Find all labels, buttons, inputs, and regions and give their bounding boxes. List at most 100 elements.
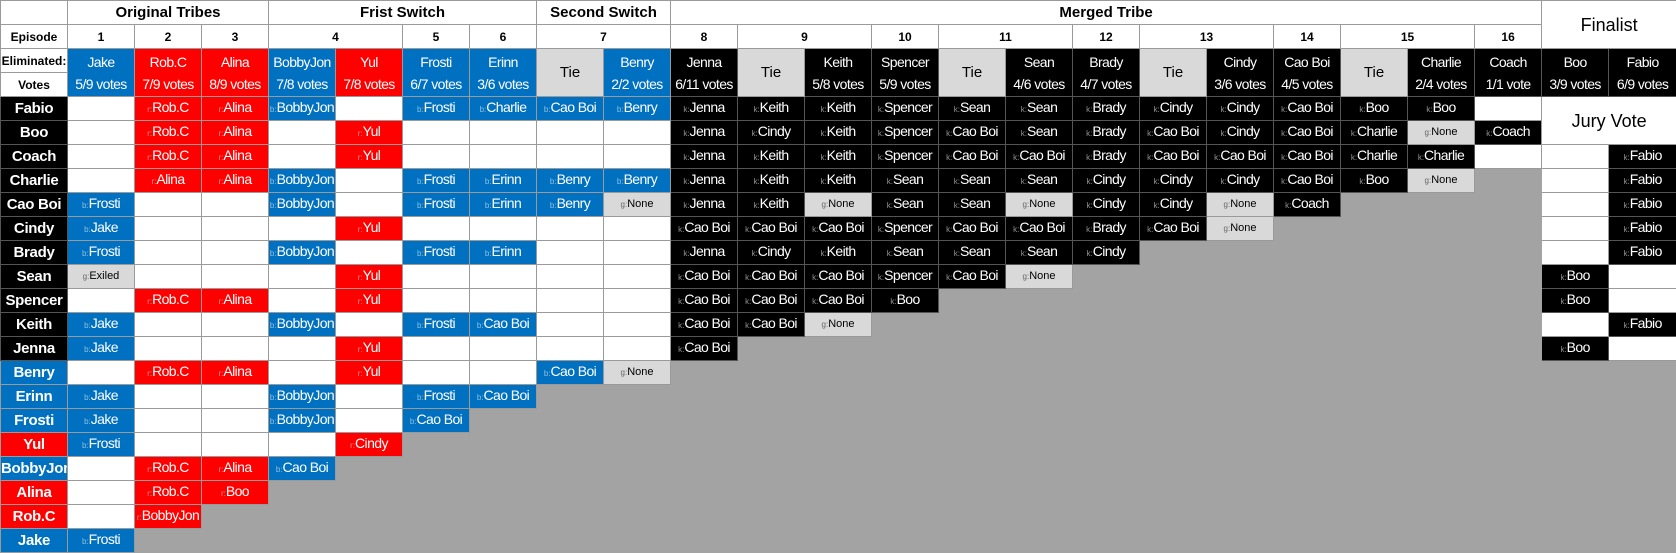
blank-cell — [335, 384, 403, 409]
vote-cell: b:BobbyJon — [268, 312, 336, 337]
empty-cell — [871, 456, 940, 481]
episode-number: 3 — [201, 24, 269, 49]
blank-cell — [201, 240, 269, 265]
vote-cell: k:Fabio — [1608, 144, 1676, 169]
blank-cell — [536, 240, 605, 265]
empty-cell — [1273, 360, 1342, 385]
empty-cell — [1608, 408, 1676, 433]
blank-cell — [1541, 168, 1610, 193]
empty-cell — [871, 408, 940, 433]
vote-cell: k:Cindy — [737, 120, 806, 145]
eliminated-cell: Tie — [536, 48, 605, 97]
empty-cell — [804, 408, 873, 433]
player-row: Spencer r:Rob.C r:Alina r:Yul k:Cao Boi k:Cao… — [0, 288, 1676, 313]
vote-cell: k:Jenna — [670, 240, 739, 265]
eliminated-cell: Benry 2/2 votes — [603, 48, 672, 97]
empty-cell — [1273, 312, 1342, 337]
eliminated-cell: Spencer 5/9 votes — [871, 48, 940, 97]
vote-cell: k:Keith — [804, 240, 873, 265]
vote-cell: b:Frosti — [67, 432, 135, 457]
eliminated-cell: Tie — [1139, 48, 1208, 97]
empty-cell — [1206, 240, 1275, 265]
vote-cell: r:Rob.C — [134, 96, 202, 121]
vote-cell: k:Brady — [1072, 144, 1141, 169]
blank-cell — [603, 288, 672, 313]
empty-cell — [1206, 264, 1275, 289]
eliminated-cell: Erinn 3/6 votes — [468, 48, 538, 97]
empty-cell — [468, 528, 538, 553]
blank-cell — [201, 384, 269, 409]
empty-cell — [1139, 432, 1208, 457]
vote-count: 7/8 votes — [276, 75, 328, 92]
empty-cell — [871, 504, 940, 529]
vote-cell: k:Fabio — [1608, 240, 1676, 265]
empty-cell — [737, 480, 806, 505]
empty-cell — [1340, 432, 1409, 457]
player-name: Yul — [0, 432, 68, 457]
empty-cell — [1005, 432, 1074, 457]
blank-cell — [268, 288, 336, 313]
empty-cell — [1005, 504, 1074, 529]
empty-cell — [1474, 360, 1543, 385]
empty-cell — [1474, 312, 1543, 337]
eliminated-cell: Yul 7/8 votes — [335, 48, 403, 97]
blank-cell — [402, 360, 470, 385]
vote-cell: k:Keith — [804, 144, 873, 169]
blank-cell — [536, 144, 605, 169]
empty-cell — [402, 432, 470, 457]
episode-number: 1 — [67, 24, 135, 49]
blank-cell — [268, 144, 336, 169]
empty-cell — [1340, 264, 1409, 289]
vote-cell: k:Cindy — [1206, 96, 1275, 121]
eliminated-name: Yul — [360, 53, 378, 70]
eliminated-name: Coach — [1489, 53, 1527, 70]
vote-cell: k:Cindy — [1206, 120, 1275, 145]
empty-cell — [1541, 384, 1610, 409]
player-row: Brady b:Frosti b:BobbyJon b:Frosti b:Erinn k:… — [0, 240, 1676, 265]
eliminated-cell: Cindy 3/6 votes — [1206, 48, 1275, 97]
vote-cell: k:Spencer — [871, 96, 940, 121]
vote-cell: k:Cao Boi — [938, 120, 1007, 145]
vote-cell: b:Benry — [603, 168, 672, 193]
blank-cell — [335, 240, 403, 265]
blank-cell — [268, 432, 336, 457]
empty-cell — [1474, 480, 1543, 505]
empty-cell — [468, 504, 538, 529]
empty-cell — [335, 456, 403, 481]
empty-cell — [468, 480, 538, 505]
empty-cell — [1206, 480, 1275, 505]
blank-cell — [468, 264, 538, 289]
vote-cell: k:Keith — [737, 192, 806, 217]
eliminated-cell: Tie — [1340, 48, 1409, 97]
blank-cell — [335, 192, 403, 217]
eliminated-cell: Brady 4/7 votes — [1072, 48, 1141, 97]
empty-cell — [468, 408, 538, 433]
vote-cell: k:Cindy — [1206, 168, 1275, 193]
vote-cell: k:Keith — [804, 120, 873, 145]
empty-cell — [1139, 288, 1208, 313]
vote-count: 3/6 votes — [1214, 75, 1266, 92]
empty-cell — [871, 432, 940, 457]
empty-cell — [1005, 456, 1074, 481]
episode-number: 15 — [1340, 24, 1476, 49]
eliminated-name: Rob.C — [149, 53, 187, 70]
blank-cell — [67, 456, 135, 481]
vote-cell: k:Sean — [871, 192, 940, 217]
blank-cell — [201, 312, 269, 337]
vote-cell: k:Cao Boi — [1139, 144, 1208, 169]
eliminated-name: Jake — [87, 53, 115, 70]
jury-vote-label: Jury Vote — [1541, 96, 1676, 145]
empty-cell — [402, 528, 470, 553]
blank-cell — [134, 192, 202, 217]
empty-cell — [1407, 312, 1476, 337]
empty-cell — [1206, 456, 1275, 481]
blank-cell — [468, 336, 538, 361]
vote-count: 2/4 votes — [1415, 75, 1467, 92]
vote-cell: g:None — [1005, 192, 1074, 217]
blank-cell — [268, 120, 336, 145]
vote-cell: k:Spencer — [871, 120, 940, 145]
player-name: Rob.C — [0, 504, 68, 529]
vote-cell: k:Coach — [1273, 192, 1342, 217]
empty-cell — [268, 528, 336, 553]
empty-cell — [1608, 384, 1676, 409]
